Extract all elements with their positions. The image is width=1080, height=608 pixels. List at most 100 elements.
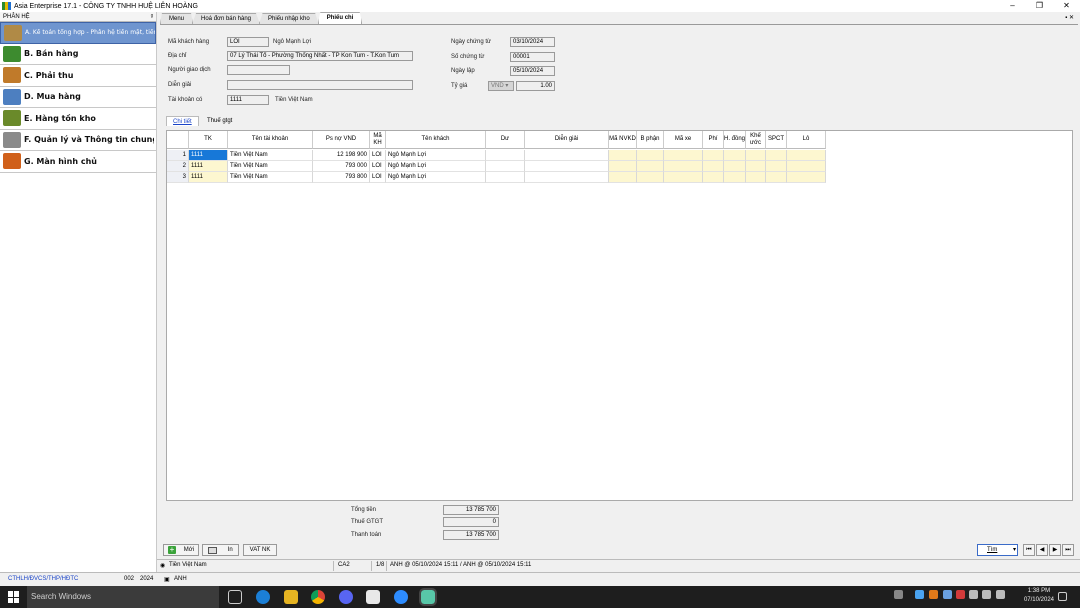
rate-field[interactable]: 1.00 (516, 81, 555, 91)
grid-cell[interactable] (787, 161, 826, 172)
print-button[interactable]: In (202, 544, 239, 556)
grid-cell[interactable] (766, 161, 787, 172)
column-header[interactable]: Mã KH (370, 131, 386, 149)
grid-cell[interactable] (724, 150, 746, 161)
pin-icon[interactable]: ᵍ (151, 14, 153, 20)
grid-cell[interactable] (486, 161, 525, 172)
grid-cell[interactable] (609, 172, 637, 183)
cell-customer-code[interactable]: LOI (370, 161, 386, 172)
grid-cell[interactable] (703, 161, 724, 172)
grid-cell[interactable] (703, 172, 724, 183)
tab-4[interactable]: Phiếu chi (317, 12, 363, 24)
module-item-2[interactable]: B. Bán hàng (0, 43, 156, 65)
grid-cell[interactable] (525, 150, 609, 161)
contact-field[interactable] (227, 65, 290, 75)
grid-cell[interactable] (724, 161, 746, 172)
next-record-button[interactable]: ▶ (1049, 544, 1061, 556)
row-number[interactable]: 3 (167, 172, 189, 183)
cell-account-name[interactable]: Tiền Việt Nam (228, 150, 313, 161)
clock[interactable]: 1:38 PM 07/10/2024 (1024, 587, 1054, 605)
column-header[interactable]: B phận (637, 131, 664, 149)
cell-amount[interactable]: 793 000 (313, 161, 370, 172)
customer-code-field[interactable]: LOI (227, 37, 269, 47)
grid-cell[interactable] (746, 161, 766, 172)
cell-account-name[interactable]: Tiền Việt Nam (228, 172, 313, 183)
grid-cell[interactable] (637, 150, 664, 161)
volume-icon[interactable] (982, 590, 991, 599)
cell-amount[interactable]: 12 198 900 (313, 150, 370, 161)
cell-customer-code[interactable]: LOI (370, 172, 386, 183)
first-record-button[interactable]: ⏮ (1023, 544, 1035, 556)
grid-cell[interactable] (724, 172, 746, 183)
column-header[interactable]: Tên khách (386, 131, 486, 149)
tray-app-icon[interactable] (915, 590, 924, 599)
notification-icon[interactable] (1058, 592, 1067, 601)
address-field[interactable]: 07 Lý Thái Tổ - Phường Thống Nhất - TP K… (227, 51, 413, 61)
grid-cell[interactable] (637, 172, 664, 183)
people-icon[interactable] (894, 590, 903, 599)
cell-customer-name[interactable]: Ngô Mạnh Lợi (386, 172, 486, 183)
currency-select[interactable]: VND ▾ (488, 81, 514, 91)
new-button[interactable]: + Mới (163, 544, 199, 556)
column-header[interactable]: TK (189, 131, 228, 149)
voucher-no-field[interactable]: 00001 (510, 52, 555, 62)
task-view-icon[interactable] (228, 590, 242, 604)
subtab-2[interactable]: Thuế gtgt (201, 116, 238, 126)
vat-import-button[interactable]: VAT NK (243, 544, 277, 556)
grid-cell[interactable] (637, 161, 664, 172)
app-icon[interactable] (366, 590, 380, 604)
language-icon[interactable] (996, 590, 1005, 599)
column-header[interactable]: Mã xe (664, 131, 703, 149)
tab-2[interactable]: Hoá đơn bán hàng (192, 13, 260, 24)
grid-cell[interactable] (746, 172, 766, 183)
cell-amount[interactable]: 793 800 (313, 172, 370, 183)
row-number[interactable]: 1 (167, 150, 189, 161)
created-date-field[interactable]: 05/10/2024 (510, 66, 555, 76)
minimize-button[interactable]: – (999, 0, 1026, 12)
cell-account[interactable]: 1111 (189, 172, 228, 183)
grid-cell[interactable] (787, 150, 826, 161)
voucher-date-field[interactable]: 03/10/2024 (510, 37, 555, 47)
grid-cell[interactable] (609, 161, 637, 172)
module-item-1[interactable]: A. Kế toán tổng hợp - Phân hệ tiền mặt, … (0, 22, 156, 44)
column-header[interactable]: Khế ước (746, 131, 766, 149)
cell-account[interactable]: 1111 (189, 150, 228, 161)
grid-cell[interactable] (486, 150, 525, 161)
column-header[interactable]: Phí (703, 131, 724, 149)
asia-enterprise-icon[interactable] (419, 588, 437, 606)
grid-cell[interactable] (766, 150, 787, 161)
column-header[interactable]: Dư (486, 131, 525, 149)
tab-1[interactable]: Menu (160, 13, 194, 24)
tray-app-icon[interactable] (943, 590, 952, 599)
module-item-7[interactable]: G. Màn hình chủ (0, 151, 156, 173)
grid-cell[interactable] (703, 150, 724, 161)
grid-cell[interactable] (766, 172, 787, 183)
column-header[interactable]: Lô (787, 131, 826, 149)
subtab-1[interactable]: Chi tiết (166, 116, 199, 126)
credit-account-field[interactable]: 1111 (227, 95, 269, 105)
module-item-4[interactable]: D. Mua hàng (0, 86, 156, 108)
grid-cell[interactable] (664, 161, 703, 172)
taskbar-search[interactable]: Search Windows (27, 586, 219, 608)
row-number[interactable]: 2 (167, 161, 189, 172)
column-header[interactable]: H. đồng (724, 131, 746, 149)
network-icon[interactable] (969, 590, 978, 599)
grid-cell[interactable] (664, 172, 703, 183)
column-header[interactable]: SPCT (766, 131, 787, 149)
module-item-5[interactable]: E. Hàng tồn kho (0, 108, 156, 130)
grid-corner[interactable] (167, 131, 189, 149)
column-header[interactable]: Tên tài khoản (228, 131, 313, 149)
find-dropdown[interactable]: Tìm ▾ (977, 544, 1018, 556)
cell-customer-name[interactable]: Ngô Mạnh Lợi (386, 161, 486, 172)
grid-cell[interactable] (486, 172, 525, 183)
grid-cell[interactable] (746, 150, 766, 161)
prev-record-button[interactable]: ◀ (1036, 544, 1048, 556)
module-item-3[interactable]: C. Phải thu (0, 65, 156, 87)
file-explorer-icon[interactable] (284, 590, 298, 604)
grid-cell[interactable] (609, 150, 637, 161)
windows-start-icon[interactable] (8, 591, 20, 603)
column-header[interactable]: Mã NVKD (609, 131, 637, 149)
cell-account[interactable]: 1111 (189, 161, 228, 172)
cell-customer-name[interactable]: Ngô Mạnh Lợi (386, 150, 486, 161)
grid-cell[interactable] (664, 150, 703, 161)
